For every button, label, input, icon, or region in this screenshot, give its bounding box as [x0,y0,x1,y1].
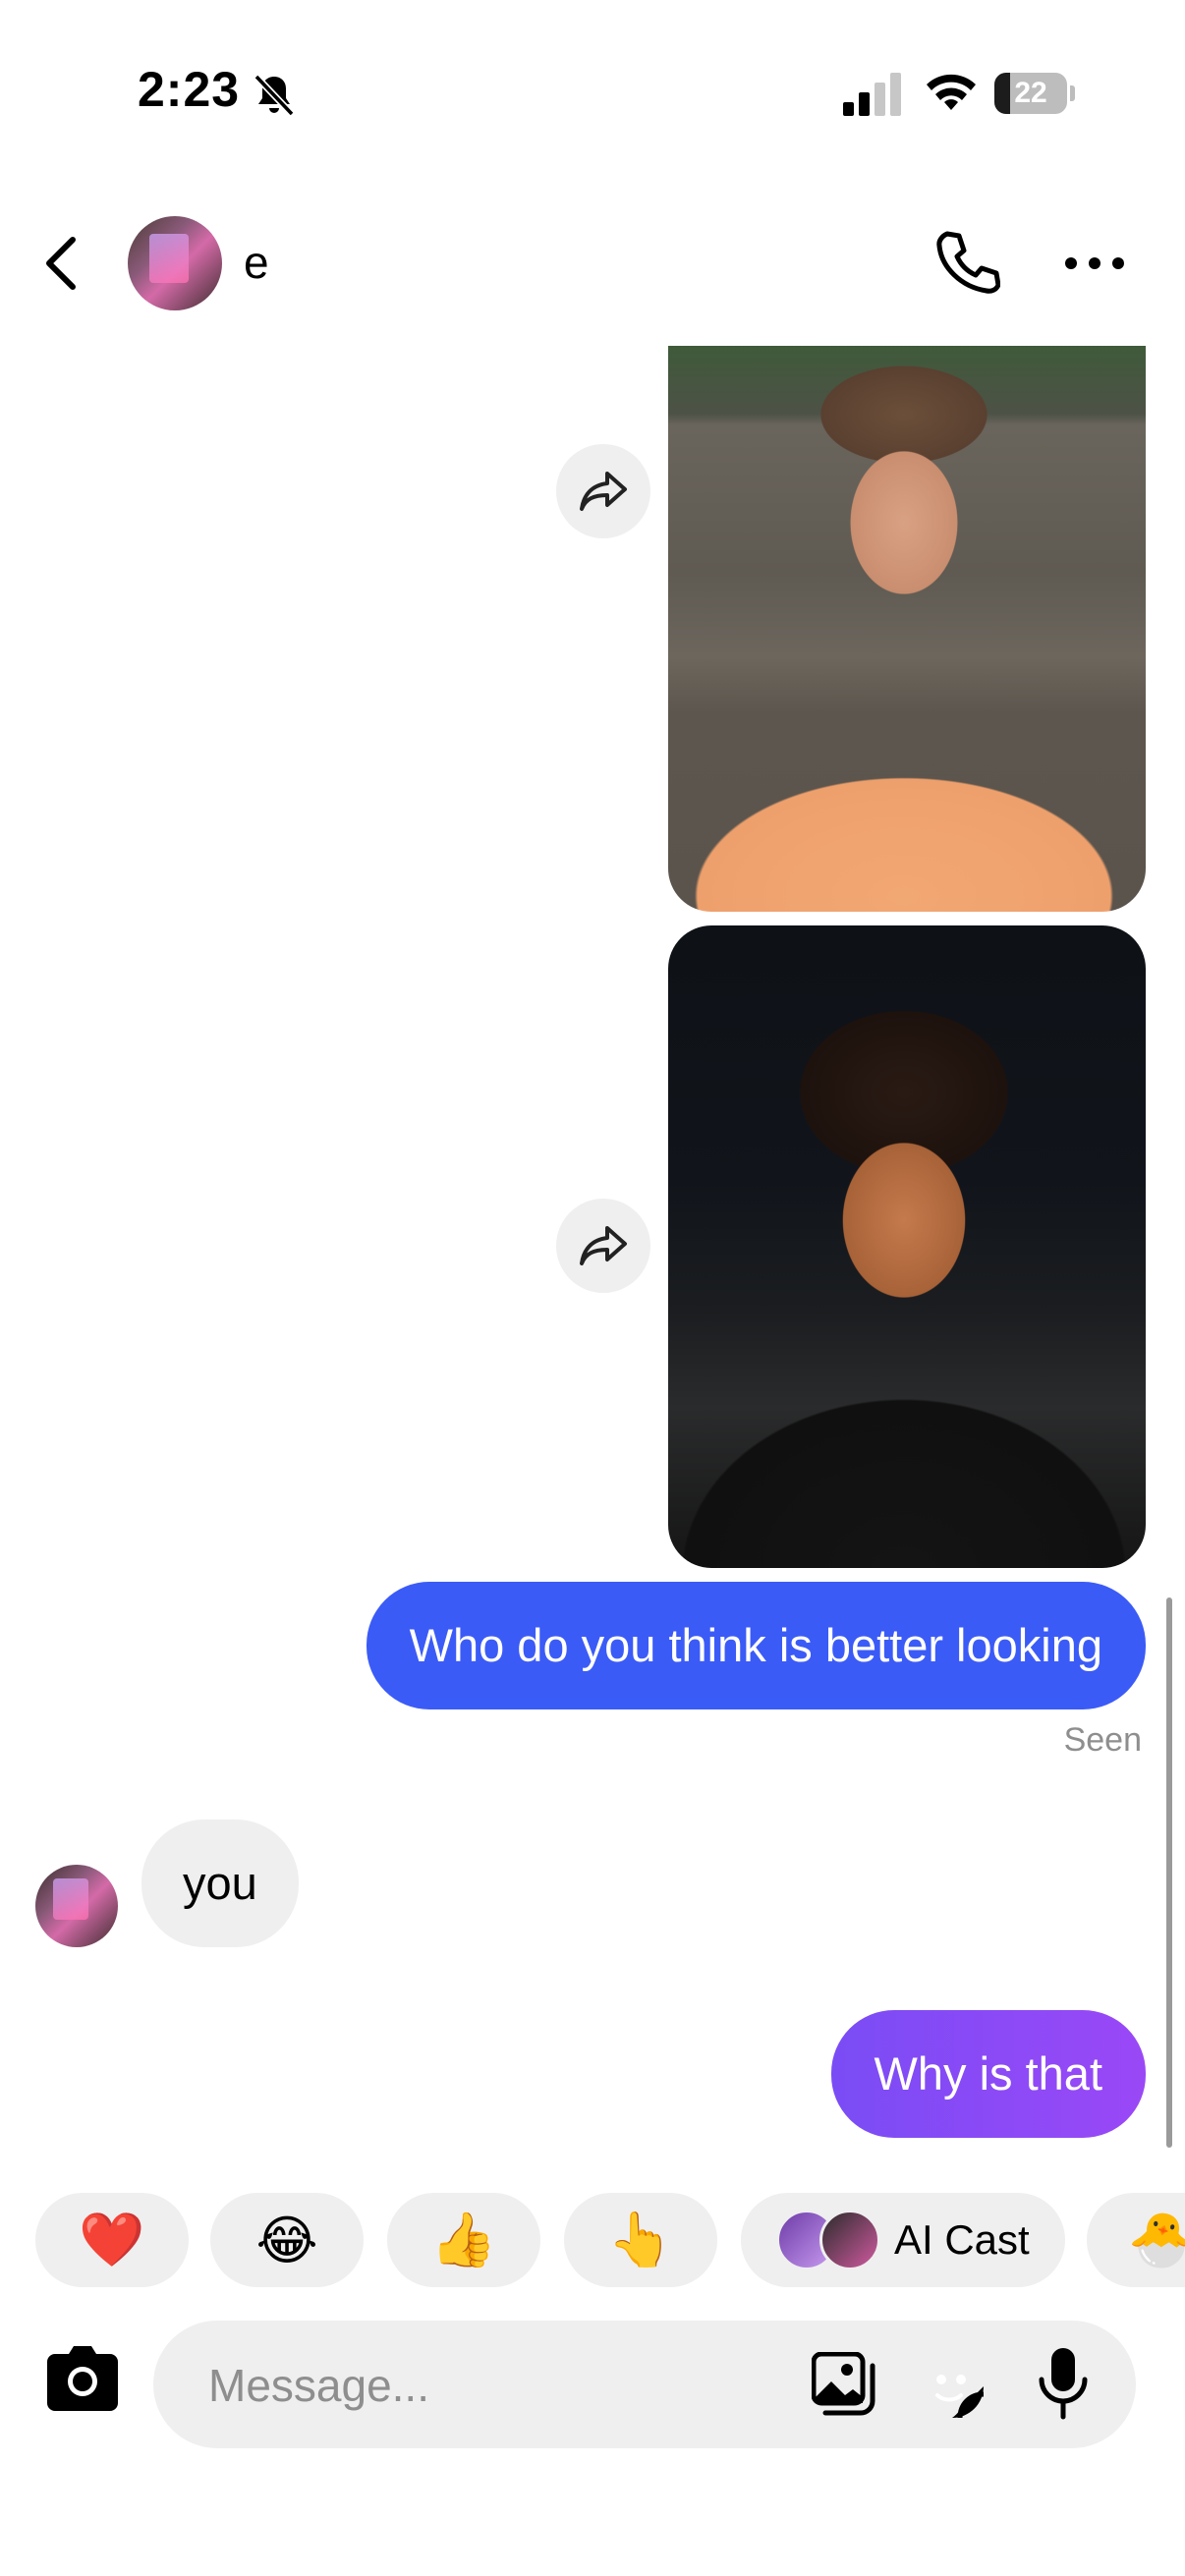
message-input[interactable] [206,2321,721,2450]
camera-icon[interactable] [45,2344,120,2413]
quick-reaction-laugh[interactable]: 😂 [210,2193,364,2287]
contact-avatar-small[interactable] [35,1865,118,1947]
ai-cast-label: AI Cast [894,2216,1030,2263]
wifi-icon [927,74,976,110]
sent-message-bubble[interactable]: Why is that [830,2010,1146,2138]
share-arrow-icon [580,472,627,511]
quick-reactions-bar: ❤️ 😂 👍 👆 AI Cast 🐣 [0,2193,1185,2291]
share-button[interactable] [556,1199,650,1293]
sticker-icon[interactable] [918,2352,987,2421]
message-composer [153,2321,1136,2450]
quick-reaction-heart[interactable]: ❤️ [35,2193,189,2287]
quick-reaction-chick[interactable]: 🐣 [1087,2193,1185,2287]
ai-cast-button[interactable]: AI Cast [741,2193,1065,2287]
status-time: 2:23 [138,62,241,117]
cellular-signal-icon [843,73,901,116]
phone-icon[interactable] [931,228,1000,297]
share-arrow-icon [580,1226,627,1265]
gallery-icon[interactable] [812,2352,876,2417]
contact-name[interactable]: e [244,236,269,289]
bell-slash-icon [254,74,295,117]
more-horizontal-icon[interactable] [1063,253,1126,273]
battery-level: 22 [1014,77,1047,109]
sent-photo[interactable] [668,346,1146,912]
back-chevron-icon[interactable] [39,234,88,293]
quick-reaction-thumbs-up[interactable]: 👍 [387,2193,540,2287]
battery-icon: 22 [994,73,1075,114]
contact-avatar[interactable] [128,216,222,310]
sent-message-bubble[interactable]: Who do you think is better looking [366,1582,1146,1709]
microphone-icon[interactable] [1036,2346,1091,2421]
seen-receipt: Seen [1063,1721,1142,1759]
scrollbar[interactable] [1166,1597,1172,2148]
ai-avatar [819,2210,880,2270]
received-message-bubble[interactable]: you [141,1820,299,1947]
share-button[interactable] [556,444,650,538]
sent-photo[interactable] [668,925,1146,1568]
quick-reaction-point-up[interactable]: 👆 [564,2193,717,2287]
